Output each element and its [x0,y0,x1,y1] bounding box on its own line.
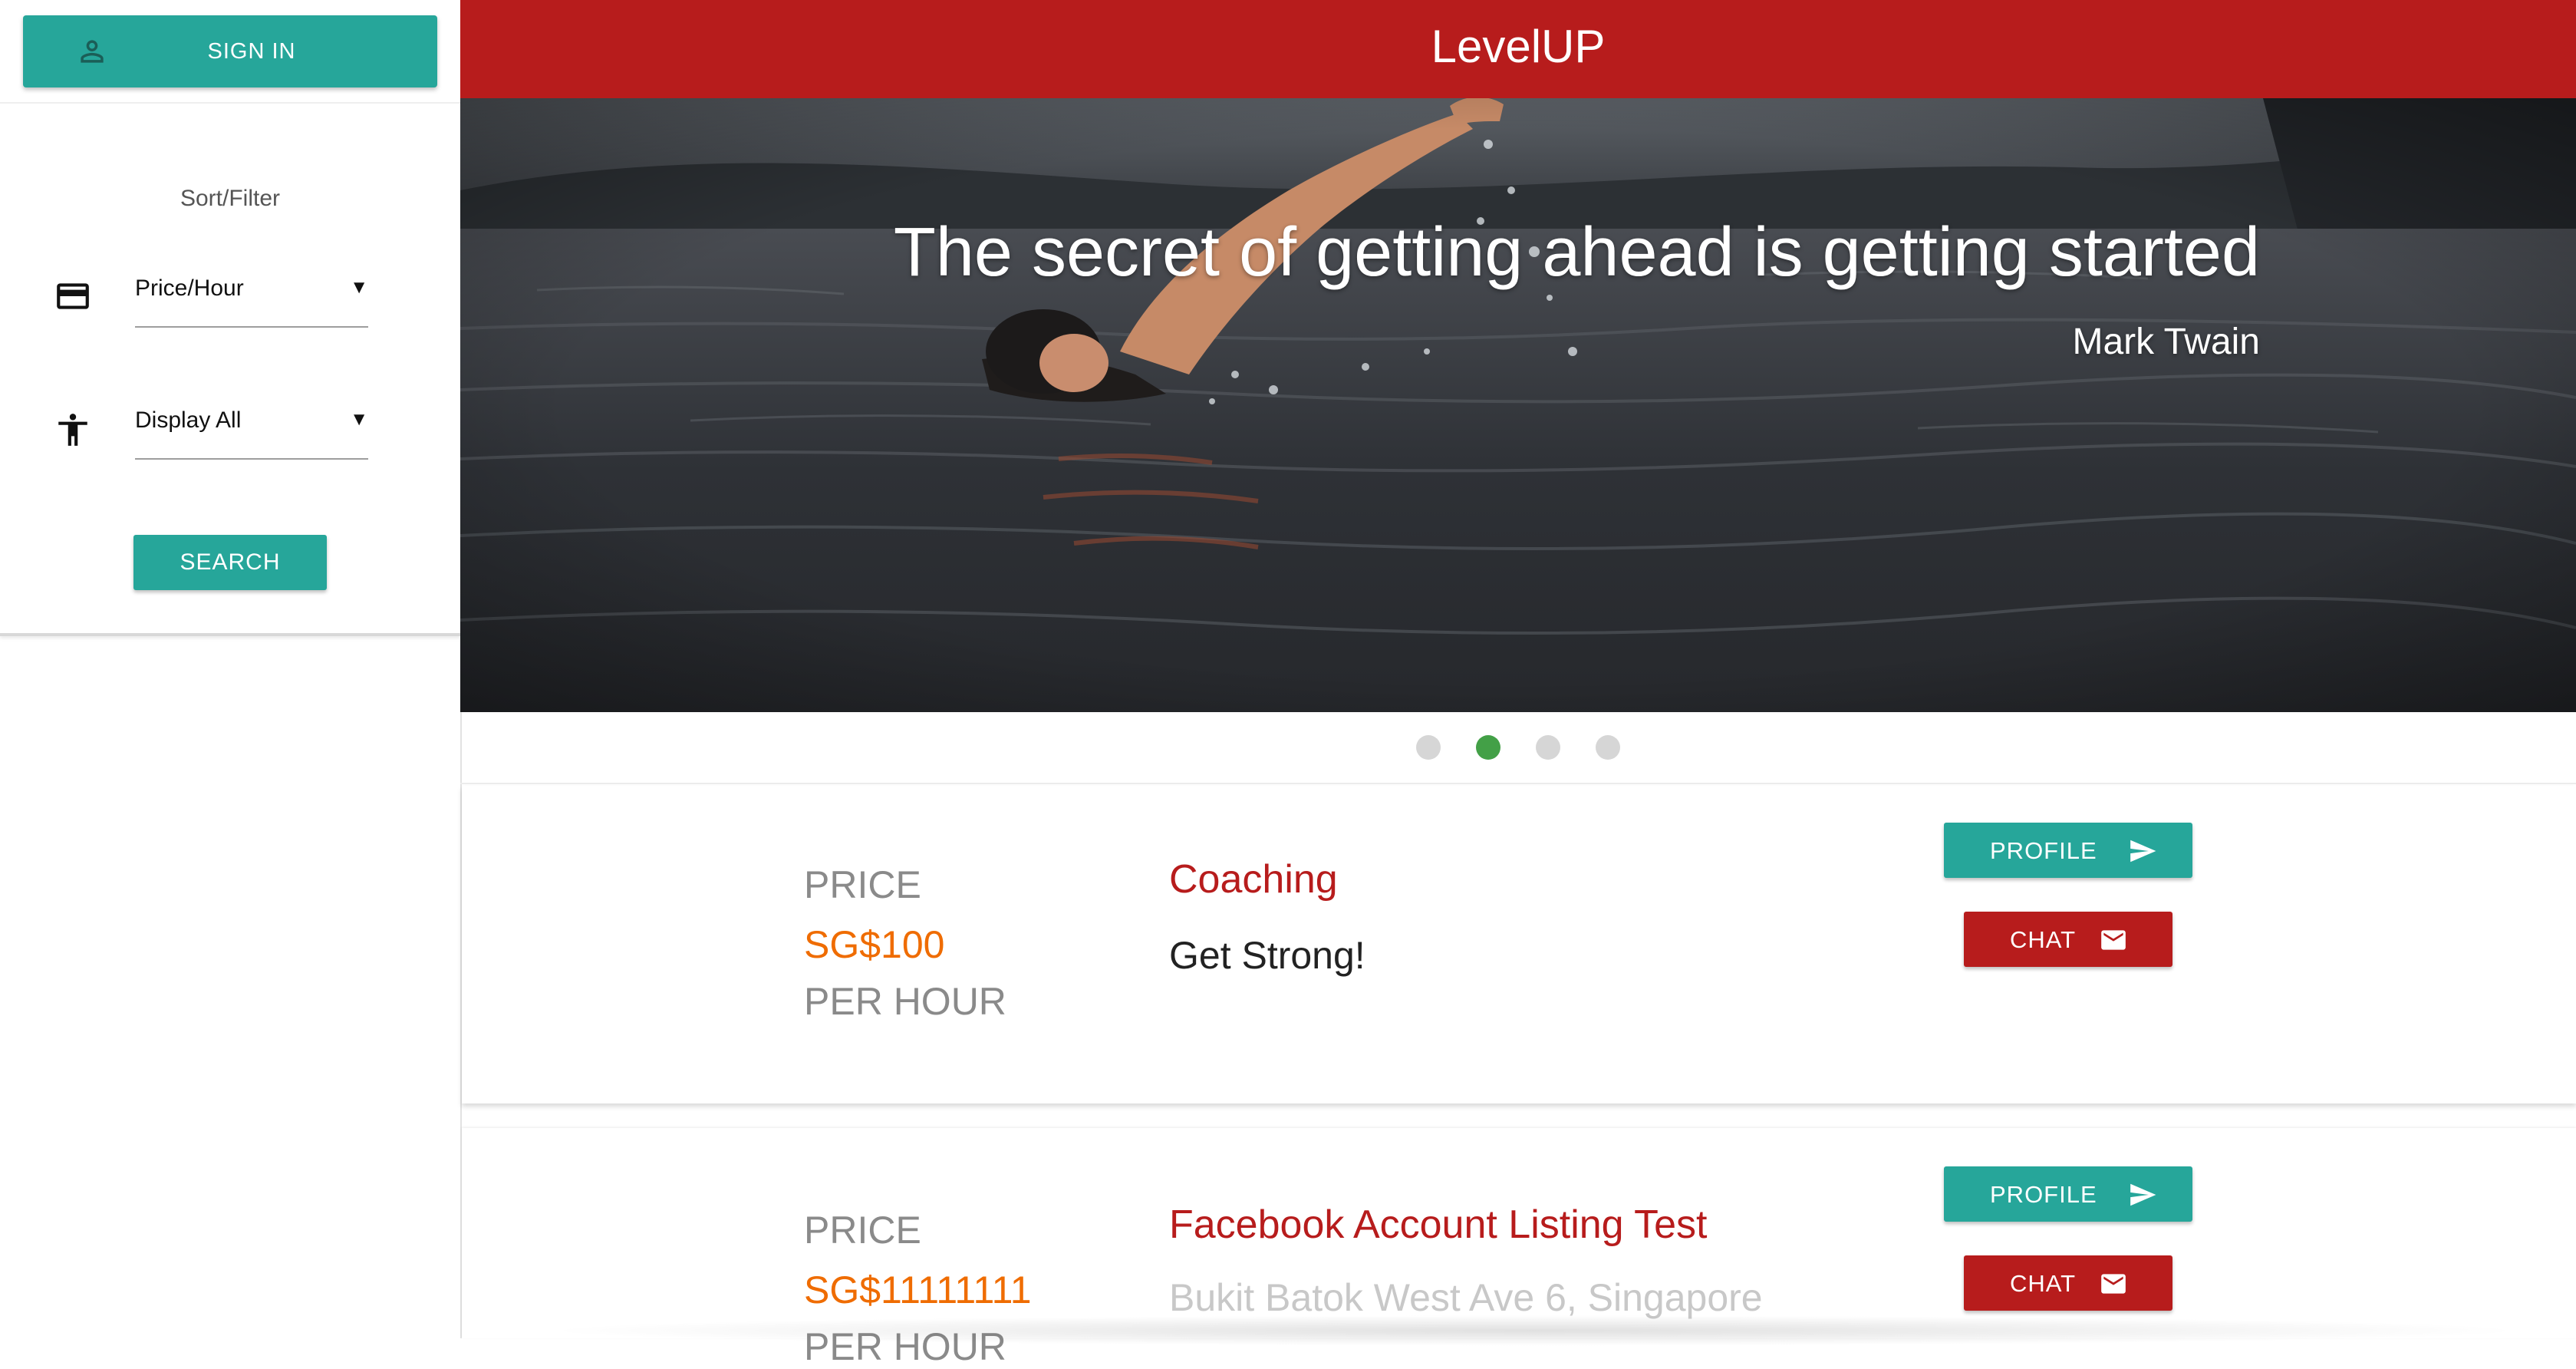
price-filter-row: Price/Hour ▼ [0,262,460,331]
sign-in-label: SIGN IN [207,39,296,64]
accessibility-icon [54,411,92,449]
price-label: PRICE [804,863,921,906]
category-filter-row: Display All ▼ [0,394,460,463]
listing-title[interactable]: Facebook Account Listing Test [1169,1202,1707,1248]
listing-card: PRICE SG$100 PER HOUR Coaching Get Stron… [462,786,2576,1103]
brand-title: LevelUP [1431,21,1606,72]
sign-in-button[interactable]: SIGN IN [23,15,437,87]
carousel-divider [460,783,2576,784]
dropdown-arrow-icon: ▼ [350,277,368,298]
hero-carousel-slide: The secret of getting ahead is getting s… [460,98,2576,712]
profile-button-label: PROFILE [1990,1181,2097,1208]
carousel-dot-1[interactable] [1416,735,1441,760]
sidebar: SIGN IN Sort/Filter Price/Hour ▼ Display… [0,0,462,1338]
carousel-indicators [460,735,2576,766]
swimmer-photo [460,98,2576,712]
chat-button-label: CHAT [2010,1270,2077,1297]
dropdown-arrow-icon: ▼ [350,409,368,430]
sort-filter-panel: Sort/Filter Price/Hour ▼ Display All ▼ S… [0,104,460,636]
listing-description: Bukit Batok West Ave 6, Singapore [1169,1276,1763,1319]
bottom-fade-shadow [537,1315,2532,1346]
search-button[interactable]: SEARCH [133,535,327,590]
price-value: SG$11111111 [804,1268,1032,1311]
carousel-dot-2-active[interactable] [1476,735,1500,760]
sort-filter-title: Sort/Filter [180,186,281,211]
listing-card: PRICE SG$11111111 PER HOUR Facebook Acco… [462,1128,2576,1368]
per-hour-label: PER HOUR [804,980,1006,1023]
chat-button[interactable]: CHAT [1964,912,2172,967]
price-hour-select[interactable]: Price/Hour ▼ [135,262,368,328]
hero-quote: The secret of getting ahead is getting s… [893,214,2260,291]
hero-quote-author: Mark Twain [2072,322,2260,362]
send-icon [2128,1180,2157,1209]
price-hour-select-value: Price/Hour [135,275,244,301]
profile-button[interactable]: PROFILE [1944,1166,2192,1222]
carousel-dot-3[interactable] [1536,735,1560,760]
display-all-select[interactable]: Display All ▼ [135,394,368,460]
profile-button[interactable]: PROFILE [1944,823,2192,878]
send-icon [2128,836,2157,866]
email-icon [2099,1269,2128,1298]
listing-title[interactable]: Coaching [1169,856,1338,902]
profile-button-label: PROFILE [1990,837,2097,864]
chat-button-label: CHAT [2010,926,2077,953]
listing-description: Get Strong! [1169,934,1365,977]
display-all-select-value: Display All [135,407,242,433]
carousel-dot-4[interactable] [1596,735,1620,760]
top-bar: LevelUP [460,0,2576,98]
price-label: PRICE [804,1209,921,1252]
chat-button[interactable]: CHAT [1964,1255,2172,1311]
email-icon [2099,925,2128,955]
price-value: SG$100 [804,923,945,966]
credit-card-icon [54,277,92,315]
